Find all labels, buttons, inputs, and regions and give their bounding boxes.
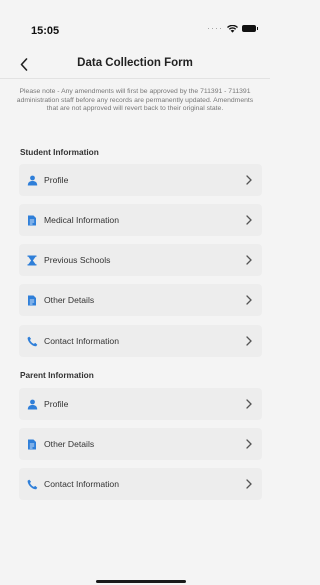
wifi-icon (227, 24, 238, 33)
item-label: Profile (44, 175, 69, 185)
item-label: Other Details (44, 295, 95, 305)
parent-contact-information-item[interactable]: Contact Information (19, 468, 262, 500)
chevron-right-icon (246, 399, 253, 409)
student-contact-information-item[interactable]: Contact Information (19, 325, 262, 357)
student-other-details-item[interactable]: Other Details (19, 284, 262, 316)
notice-text: Please note - Any amendments will first … (16, 88, 254, 113)
item-label: Previous Schools (44, 255, 111, 265)
document-icon (26, 438, 38, 450)
item-label: Contact Information (44, 336, 119, 346)
parent-section-title: Parent Information (20, 370, 94, 380)
chevron-right-icon (246, 215, 253, 225)
person-icon (26, 398, 38, 410)
phone-icon (26, 335, 38, 347)
chevron-right-icon (246, 175, 253, 185)
item-label: Profile (44, 399, 69, 409)
signal-dots-icon: ···· (207, 23, 223, 33)
phone-icon (26, 478, 38, 490)
student-medical-information-item[interactable]: Medical Information (19, 204, 262, 236)
hourglass-icon (26, 254, 38, 266)
chevron-right-icon (246, 479, 253, 489)
status-bar: 15:05 ···· (0, 0, 270, 40)
chevron-right-icon (246, 439, 253, 449)
student-section-title: Student Information (20, 147, 99, 157)
document-icon (26, 214, 38, 226)
parent-profile-item[interactable]: Profile (19, 388, 262, 420)
home-indicator[interactable] (96, 580, 186, 583)
person-icon (26, 174, 38, 186)
item-label: Medical Information (44, 215, 119, 225)
chevron-right-icon (246, 336, 253, 346)
chevron-right-icon (246, 255, 253, 265)
battery-icon (242, 25, 258, 32)
item-label: Other Details (44, 439, 95, 449)
parent-other-details-item[interactable]: Other Details (19, 428, 262, 460)
page-title: Data Collection Form (77, 57, 193, 69)
chevron-right-icon (246, 295, 253, 305)
document-icon (26, 294, 38, 306)
status-time: 15:05 (31, 25, 60, 37)
student-previous-schools-item[interactable]: Previous Schools (19, 244, 262, 276)
header-divider (0, 78, 270, 79)
student-profile-item[interactable]: Profile (19, 164, 262, 196)
status-icons: ···· (207, 23, 258, 33)
header: Data Collection Form (0, 52, 270, 76)
item-label: Contact Information (44, 479, 119, 489)
